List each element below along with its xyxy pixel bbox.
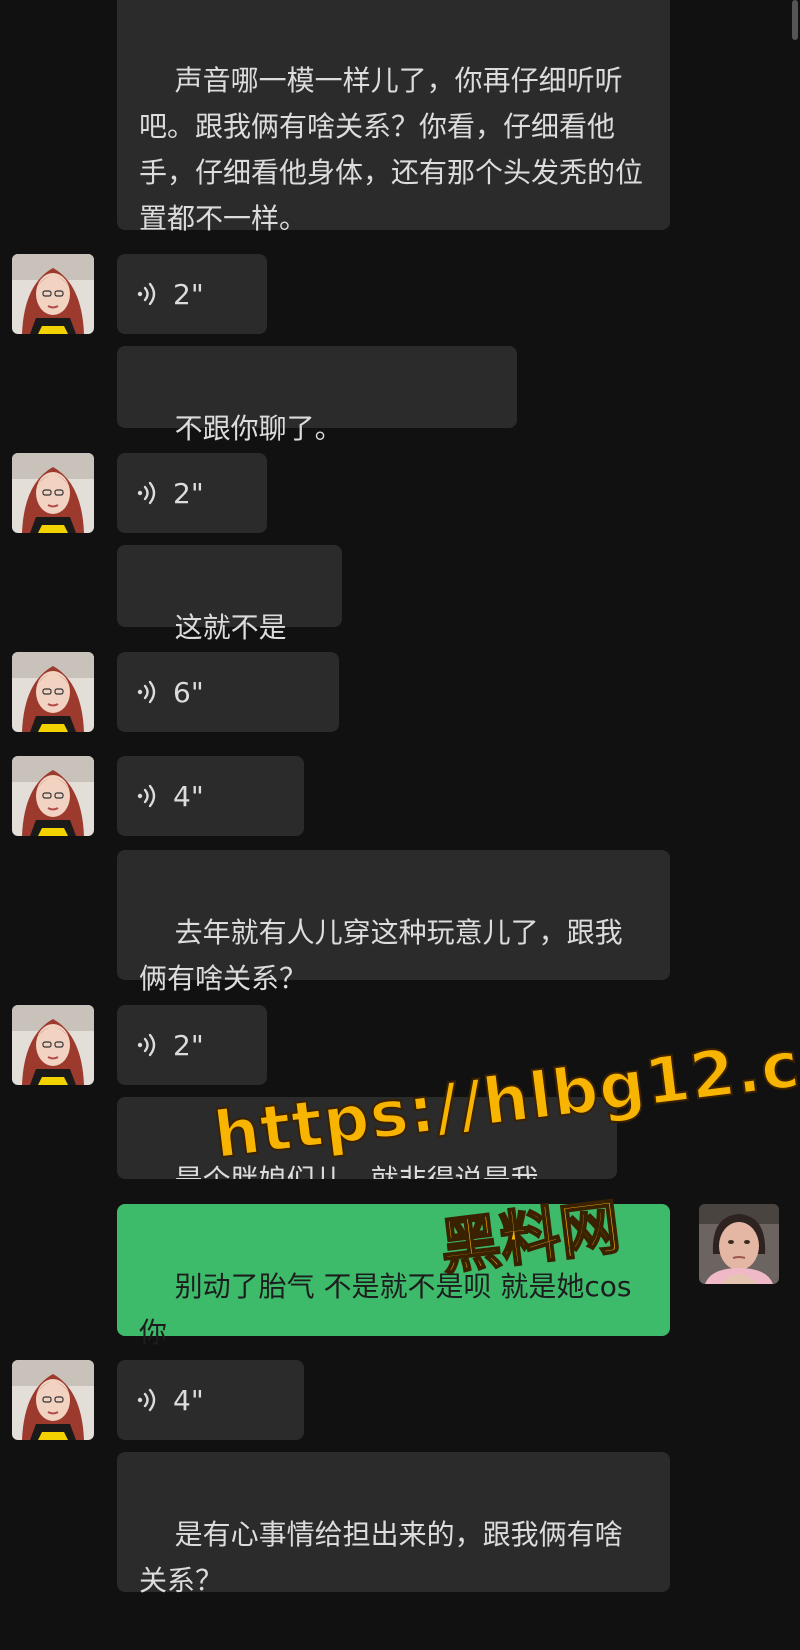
voice-message-bubble[interactable]: 6" xyxy=(117,652,339,732)
avatar-girl-image xyxy=(12,254,94,334)
message-bubble-incoming[interactable]: 去年就有人儿穿这种玩意儿了，跟我俩有啥关系？ xyxy=(117,850,670,995)
voice-duration: 4" xyxy=(173,1383,204,1417)
message-bubble-outgoing[interactable]: 别动了胎气 不是就不是呗 就是她cos 你 xyxy=(117,1204,670,1349)
voice-duration: 2" xyxy=(173,476,204,510)
voice-wave-icon xyxy=(137,1388,156,1412)
message-bubble-incoming[interactable]: 这就不是嘛。 xyxy=(117,545,342,690)
voice-duration: 4" xyxy=(173,779,204,813)
voice-message-bubble[interactable]: 4" xyxy=(117,1360,304,1440)
message-bubble-incoming[interactable]: 不跟你聊了。 xyxy=(117,346,517,445)
voice-wave-icon xyxy=(137,481,156,505)
avatar-self[interactable] xyxy=(699,1204,779,1284)
message-bubble-incoming[interactable]: 是个胖娘们儿，就非得说是我。 xyxy=(117,1097,617,1179)
voice-duration: 2" xyxy=(173,277,204,311)
avatar[interactable] xyxy=(12,254,94,334)
avatar-girl-image xyxy=(12,1360,94,1440)
message-bubble-incoming[interactable]: 是有心事情给担出来的，跟我俩有啥关系？ xyxy=(117,1452,670,1597)
voice-wave-icon xyxy=(137,1033,156,1057)
voice-message-bubble[interactable]: 2" xyxy=(117,254,267,334)
voice-wave-icon xyxy=(137,680,156,704)
avatar-girl-image xyxy=(12,453,94,533)
message-text: 去年就有人儿穿这种玩意儿了，跟我俩有啥关系？ xyxy=(139,916,623,995)
scrollbar[interactable] xyxy=(792,0,798,40)
message-text: 是个胖娘们儿，就非得说是我。 xyxy=(175,1163,567,1179)
voice-message-bubble[interactable]: 2" xyxy=(117,1005,267,1085)
voice-duration: 2" xyxy=(173,1028,204,1062)
voice-message-bubble[interactable]: 2" xyxy=(117,453,267,533)
avatar-girl-image xyxy=(12,756,94,836)
message-bubble-incoming[interactable]: 声音哪一模一样儿了，你再仔细听听吧。跟我俩有啥关系？你看，仔细看他手，仔细看他身… xyxy=(117,0,670,235)
voice-duration: 6" xyxy=(173,675,204,709)
avatar-girl-image xyxy=(12,1005,94,1085)
message-text: 是有心事情给担出来的，跟我俩有啥关系？ xyxy=(139,1518,623,1597)
chat-thread: 声音哪一模一样儿了，你再仔细听听吧。跟我俩有啥关系？你看，仔细看他手，仔细看他身… xyxy=(0,0,800,1597)
avatar[interactable] xyxy=(12,1360,94,1440)
voice-wave-icon xyxy=(137,784,156,808)
avatar[interactable] xyxy=(12,756,94,836)
message-text: 不跟你聊了。 xyxy=(174,412,343,445)
avatar-girl-image xyxy=(12,652,94,732)
avatar[interactable] xyxy=(12,453,94,533)
message-text: 别动了胎气 不是就不是呗 就是她cos 你 xyxy=(139,1270,641,1349)
avatar-self-image xyxy=(699,1204,779,1284)
voice-wave-icon xyxy=(137,282,156,306)
voice-message-bubble[interactable]: 4" xyxy=(117,756,304,836)
avatar[interactable] xyxy=(12,1005,94,1085)
message-text: 声音哪一模一样儿了，你再仔细听听吧。跟我俩有啥关系？你看，仔细看他手，仔细看他身… xyxy=(139,64,644,235)
avatar[interactable] xyxy=(12,652,94,732)
